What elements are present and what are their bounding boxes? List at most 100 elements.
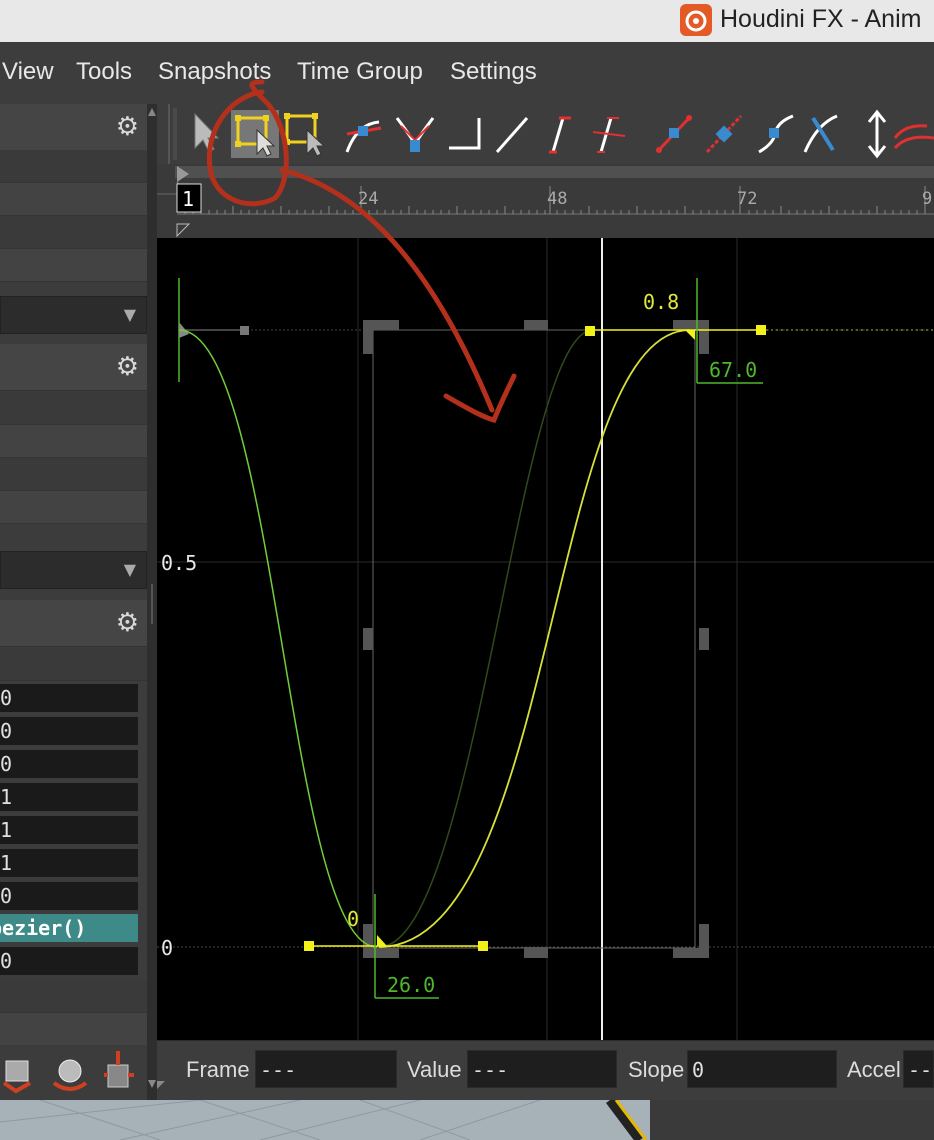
selection-handle-bottom-right[interactable] bbox=[673, 924, 709, 958]
menu-time-group[interactable]: Time Group bbox=[297, 58, 423, 86]
viewport-preview bbox=[0, 1100, 934, 1140]
key-frame-label: 26.0 bbox=[387, 973, 435, 997]
frame-label: Frame bbox=[186, 1057, 250, 1082]
function-ghost-icon[interactable] bbox=[893, 124, 934, 150]
smooth-key-icon[interactable] bbox=[758, 114, 794, 154]
key-value-label: 0 bbox=[347, 907, 359, 931]
chevron-down-icon: ▼ bbox=[123, 305, 136, 324]
menu-bar: View Tools Snapshots Time Group Settings bbox=[0, 42, 934, 105]
ruler-tick-label: 9 bbox=[922, 189, 932, 209]
list-row bbox=[0, 648, 147, 681]
param-field[interactable]: 1 bbox=[0, 816, 138, 844]
tangent-handle[interactable] bbox=[304, 941, 314, 951]
menu-view[interactable]: View bbox=[2, 58, 54, 86]
selection-handle-top-left[interactable] bbox=[363, 320, 399, 354]
y-axis-label: 0 bbox=[161, 936, 173, 960]
current-frame: 1 bbox=[182, 187, 194, 211]
scale-handles-icon[interactable] bbox=[867, 109, 887, 159]
yellow-curve[interactable] bbox=[378, 329, 691, 948]
bezier-curve-icon[interactable] bbox=[345, 120, 382, 153]
houdini-logo-icon bbox=[680, 4, 712, 36]
frame-field[interactable]: --- bbox=[255, 1050, 397, 1088]
accel-label: Accel bbox=[847, 1057, 901, 1082]
list-row[interactable] bbox=[0, 216, 147, 249]
step-function-icon[interactable] bbox=[449, 118, 481, 150]
keyframe-marker[interactable] bbox=[377, 935, 387, 946]
selection-handle-top[interactable] bbox=[524, 320, 548, 330]
panel-splitter[interactable] bbox=[147, 104, 157, 1100]
chevron-down-icon: ▼ bbox=[123, 560, 136, 579]
graph-toolbar bbox=[157, 104, 934, 165]
slope-tangent-icon[interactable] bbox=[705, 114, 743, 154]
select-arrow-icon[interactable] bbox=[194, 112, 220, 153]
list-row[interactable] bbox=[0, 458, 147, 491]
param-field[interactable]: 0 bbox=[0, 684, 138, 712]
channel-dropdown[interactable]: ▼ bbox=[0, 551, 147, 589]
expression-field[interactable]: bezier() bbox=[0, 914, 138, 942]
list-row bbox=[0, 1013, 147, 1046]
graph-grid bbox=[157, 238, 934, 1040]
ghost-curve bbox=[378, 329, 594, 948]
gear-icon[interactable]: ⚙ bbox=[116, 608, 139, 638]
menu-snapshots[interactable]: Snapshots bbox=[158, 58, 271, 86]
key-value-label: 0.8 bbox=[643, 290, 679, 314]
gear-icon[interactable]: ⚙ bbox=[116, 112, 139, 142]
window-title-bar: Houdini FX - Anim bbox=[0, 0, 934, 43]
green-curve[interactable] bbox=[178, 329, 378, 948]
param-field[interactable]: 0 bbox=[0, 947, 138, 975]
slope-label: Slope bbox=[628, 1057, 685, 1082]
param-field[interactable]: 0 bbox=[0, 882, 138, 910]
param-field[interactable]: 1 bbox=[0, 783, 138, 811]
box-transform-icon[interactable] bbox=[284, 113, 326, 157]
param-field[interactable]: 0 bbox=[0, 750, 138, 778]
param-field[interactable]: 0 bbox=[0, 717, 138, 745]
panel-header: ⚙ bbox=[0, 600, 147, 647]
break-tangent-icon[interactable] bbox=[395, 117, 435, 152]
list-row[interactable] bbox=[0, 150, 147, 183]
param-field[interactable]: 1 bbox=[0, 849, 138, 877]
sphere-transform-icon[interactable] bbox=[52, 1059, 88, 1091]
selection-box[interactable] bbox=[363, 320, 709, 958]
list-row[interactable] bbox=[0, 249, 147, 282]
window-title: Houdini FX - Anim bbox=[720, 5, 922, 33]
slope-field[interactable]: 0 bbox=[687, 1050, 837, 1088]
frame-ruler[interactable]: 1 24 48 72 9 bbox=[157, 164, 934, 238]
cube-pivot-icon[interactable] bbox=[104, 1051, 134, 1088]
auto-slope-icon[interactable] bbox=[803, 114, 838, 153]
list-row[interactable] bbox=[0, 392, 147, 425]
channel-dropdown[interactable]: ▼ bbox=[0, 296, 147, 334]
menu-settings[interactable]: Settings bbox=[450, 58, 537, 86]
panel-header: ⚙ bbox=[0, 344, 147, 391]
selection-handle-right[interactable] bbox=[699, 628, 709, 650]
value-field[interactable]: --- bbox=[467, 1050, 617, 1088]
keyframe-marker[interactable] bbox=[685, 330, 695, 340]
channel-list-panel: ⚙ ▼ ⚙ ▼ ⚙ 0 0 0 1 1 1 0 bezier() 0 bbox=[0, 104, 147, 1100]
tangent-handle[interactable] bbox=[756, 325, 766, 335]
animation-graph[interactable]: 0.5 0 0 26.0 0.8 67.0 bbox=[157, 238, 934, 1040]
scroll-down-icon[interactable] bbox=[157, 1041, 177, 1101]
selection-handle-bottom[interactable] bbox=[524, 947, 548, 958]
list-row[interactable] bbox=[0, 425, 147, 458]
tangent-handle[interactable] bbox=[585, 326, 595, 336]
gear-icon[interactable]: ⚙ bbox=[116, 352, 139, 382]
tangent-handle[interactable] bbox=[478, 941, 488, 951]
key-frame-label: 67.0 bbox=[709, 358, 757, 382]
list-row[interactable] bbox=[0, 491, 147, 524]
value-label: Value bbox=[407, 1057, 462, 1082]
key-value-bar: Frame --- Value --- Slope 0 Accel -- bbox=[157, 1040, 934, 1101]
object-transform-icon[interactable] bbox=[2, 1060, 31, 1094]
ease-in-icon[interactable] bbox=[549, 116, 571, 154]
menu-tools[interactable]: Tools bbox=[76, 58, 132, 86]
selection-handle-left[interactable] bbox=[363, 628, 373, 650]
accel-field[interactable]: -- bbox=[903, 1050, 934, 1088]
ease-out-icon[interactable] bbox=[592, 117, 626, 153]
selection-handle-top-right[interactable] bbox=[673, 320, 709, 354]
list-row[interactable] bbox=[0, 183, 147, 216]
panel-header: ⚙ bbox=[0, 104, 147, 151]
linear-function-icon[interactable] bbox=[495, 117, 529, 153]
box-select-icon[interactable] bbox=[231, 110, 279, 158]
ruler-tick-label: 48 bbox=[547, 189, 567, 209]
tangent-handle[interactable] bbox=[240, 326, 249, 335]
left-bottom-toolbar bbox=[0, 1045, 147, 1100]
slope-key-icon[interactable] bbox=[655, 114, 693, 154]
